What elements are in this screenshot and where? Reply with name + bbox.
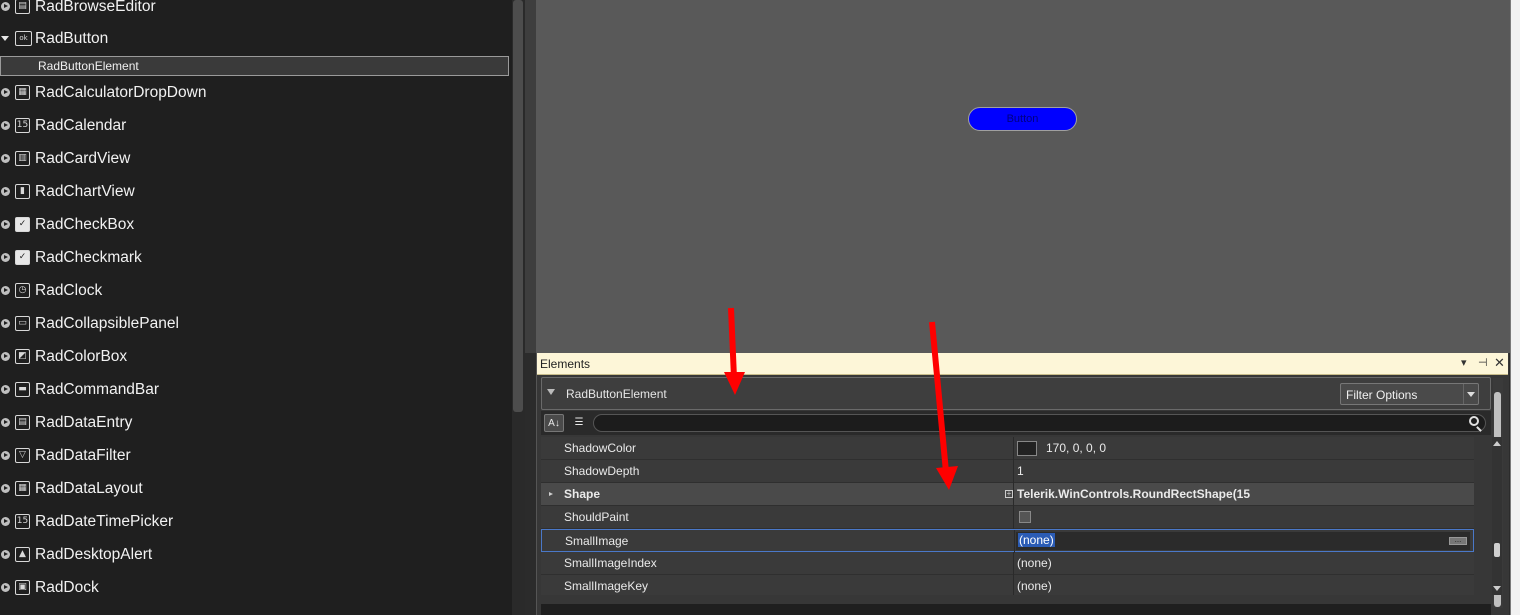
annotation-arrow-right [929,321,958,490]
annotation-arrow-left [724,307,745,395]
annotation-arrows [724,307,958,490]
